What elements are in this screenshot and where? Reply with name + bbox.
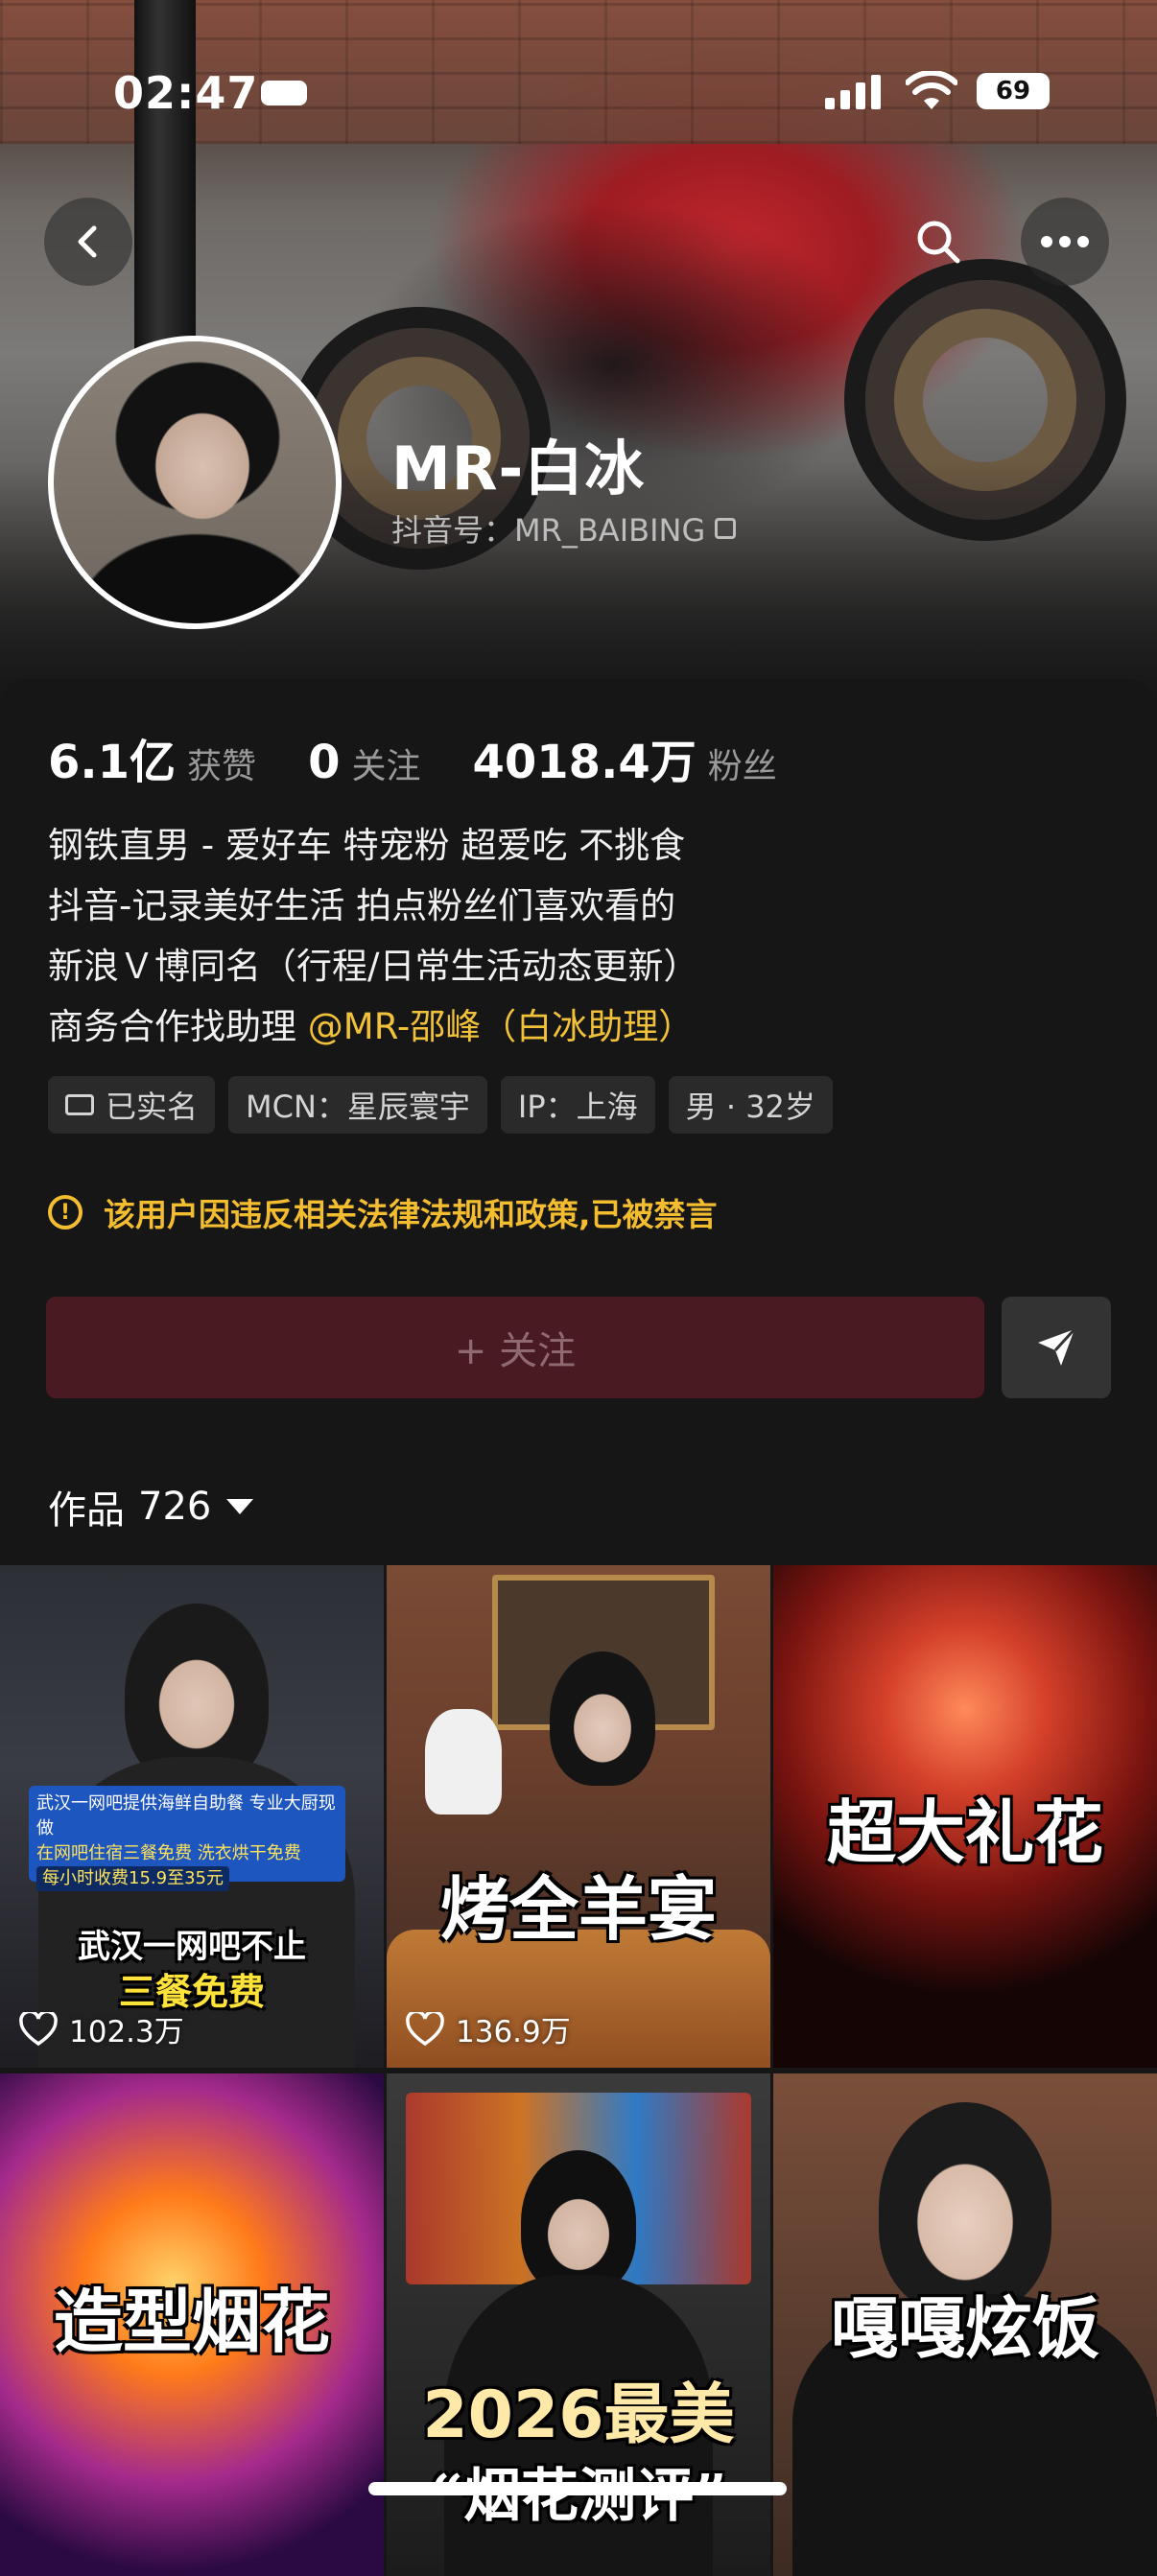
- wifi-icon: [906, 71, 957, 109]
- news-price: 每小时收费15.9至35元: [36, 1866, 229, 1891]
- id-card-icon: [65, 1094, 94, 1115]
- bio-line: 抖音-记录美好生活 拍点粉丝们喜欢看的: [48, 885, 676, 926]
- chevron-left-icon: [78, 225, 97, 258]
- tag-label: 男 · 32岁: [685, 1089, 815, 1125]
- likes-label: 获赞: [187, 747, 257, 786]
- tag-label: 已实名: [106, 1089, 199, 1125]
- video-thumbnail[interactable]: 超大礼花: [773, 1565, 1157, 2068]
- video-caption: 造型烟花: [53, 2281, 330, 2362]
- thumbnail-person: [521, 2150, 636, 2294]
- news-subtitle: 在网吧住宿三餐免费 洗衣烘干免费: [36, 1843, 301, 1863]
- douyin-id-text: 抖音号：MR_BAIBING: [391, 512, 706, 549]
- cellular-signal-icon: [825, 75, 883, 109]
- profile-stats: 6.1亿 获赞 0 关注 4018.4万 粉丝: [48, 724, 829, 791]
- profile-tags: 已实名 MCN：星辰寰宇 IP：上海 男 · 32岁: [48, 1076, 846, 1134]
- profile-name: MR-白冰: [391, 433, 646, 503]
- video-thumbnail[interactable]: 2026最美 “烟花测评”: [387, 2073, 770, 2576]
- bio-line-text: 商务合作找助理: [48, 1006, 308, 1047]
- video-thumbnail[interactable]: 武汉一网吧提供海鲜自助餐 专业大厨现做 在网吧住宿三餐免费 洗衣烘干免费 每小时…: [0, 1565, 384, 2068]
- works-count: 726: [138, 1485, 212, 1529]
- video-caption: 武汉一网吧不止: [78, 1928, 306, 1966]
- chevron-down-icon: [226, 1499, 254, 1514]
- ban-warning: ! 该用户因违反相关法律法规和政策,已被禁言: [48, 1189, 718, 1235]
- alert-circle-icon: !: [48, 1195, 83, 1229]
- thumbnail-robot: [425, 1709, 502, 1815]
- follow-button[interactable]: + 关注: [46, 1297, 984, 1398]
- bio-line: 新浪Ｖ博同名（行程/日常生活动态更新）: [48, 946, 699, 987]
- video-likes: 136.9万: [406, 2007, 571, 2050]
- video-caption: 超大礼花: [826, 1791, 1103, 1873]
- status-bar: 02:47 69: [0, 0, 1157, 119]
- video-caption: 嘎嘎炫饭: [831, 2288, 1099, 2368]
- profile-bio: 钢铁直男 - 爱好车 特宠粉 超爱吃 不挑食 抖音-记录美好生活 拍点粉丝们喜欢…: [48, 815, 698, 1057]
- screen-lock-icon: [261, 81, 307, 105]
- more-button[interactable]: [1021, 198, 1109, 286]
- followers-label[interactable]: 粉丝: [708, 738, 777, 788]
- video-thumbnail[interactable]: 造型烟花: [0, 2073, 384, 2576]
- send-icon: [1038, 1327, 1076, 1366]
- home-indicator[interactable]: [368, 2482, 787, 2495]
- news-overlay: 武汉一网吧提供海鲜自助餐 专业大厨现做 在网吧住宿三餐免费 洗衣烘干免费 每小时…: [29, 1786, 345, 1891]
- search-button[interactable]: [894, 198, 982, 286]
- back-button[interactable]: [44, 198, 132, 286]
- heart-outline-icon: [19, 2011, 58, 2046]
- video-likes: 102.3万: [19, 2007, 184, 2050]
- more-dots-icon: [1041, 236, 1089, 247]
- followers-count[interactable]: 4018.4万: [472, 724, 696, 791]
- tag-verified[interactable]: 已实名: [48, 1076, 216, 1134]
- heart-outline-icon: [406, 2011, 444, 2046]
- tag-ip: IP：上海: [500, 1076, 655, 1134]
- video-likes-count: 136.9万: [456, 2015, 571, 2049]
- tag-mcn[interactable]: MCN：星辰寰宇: [228, 1076, 487, 1134]
- tag-gender-age: 男 · 32岁: [668, 1076, 833, 1134]
- battery-indicator: 69: [977, 73, 1050, 109]
- tag-label: MCN：星辰寰宇: [246, 1089, 470, 1125]
- video-thumbnail[interactable]: 嘎嘎炫饭: [773, 2073, 1157, 2576]
- video-caption: 2026最美: [422, 2377, 735, 2453]
- video-thumbnail[interactable]: 烤全羊宴 136.9万: [387, 1565, 770, 2068]
- works-tab[interactable]: 作品 726: [48, 1479, 254, 1534]
- following-count[interactable]: 0: [308, 736, 340, 789]
- ban-warning-text: 该用户因违反相关法律法规和政策,已被禁言: [104, 1196, 718, 1233]
- copy-icon[interactable]: [715, 518, 737, 539]
- video-caption: 烤全羊宴: [439, 1868, 717, 1950]
- bio-line: 商务合作找助理 @MR-邵峰（白冰助理）: [48, 996, 698, 1057]
- news-title: 武汉一网吧提供海鲜自助餐 专业大厨现做: [36, 1793, 336, 1838]
- share-button[interactable]: [1002, 1297, 1111, 1398]
- status-time: 02:47: [113, 67, 259, 119]
- douyin-id[interactable]: 抖音号：MR_BAIBING: [391, 506, 737, 550]
- assistant-mention-link[interactable]: @MR-邵峰（白冰助理）: [308, 1006, 694, 1047]
- video-likes-count: 102.3万: [69, 2015, 184, 2049]
- following-label[interactable]: 关注: [351, 738, 420, 788]
- tag-label: IP：上海: [517, 1089, 638, 1125]
- works-label: 作品: [48, 1488, 125, 1533]
- avatar[interactable]: [48, 336, 342, 629]
- likes-count: 6.1亿: [48, 736, 177, 789]
- thumbnail-person: [550, 1651, 655, 1786]
- search-icon: [917, 221, 960, 264]
- bio-line: 钢铁直男 - 爱好车 特宠粉 超爱吃 不挑食: [48, 825, 686, 866]
